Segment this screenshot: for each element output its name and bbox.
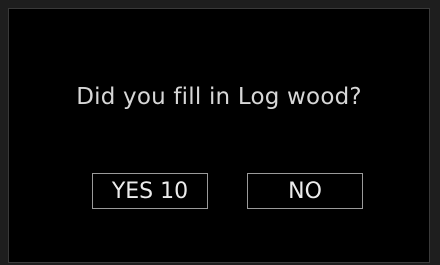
screen-background: Did you fill in Log wood? YES 10 NO xyxy=(0,0,440,265)
dialog-question: Did you fill in Log wood? xyxy=(76,84,362,110)
no-button[interactable]: NO xyxy=(247,173,363,209)
yes-button[interactable]: YES 10 xyxy=(92,173,208,209)
confirm-dialog: Did you fill in Log wood? YES 10 NO xyxy=(8,8,430,263)
